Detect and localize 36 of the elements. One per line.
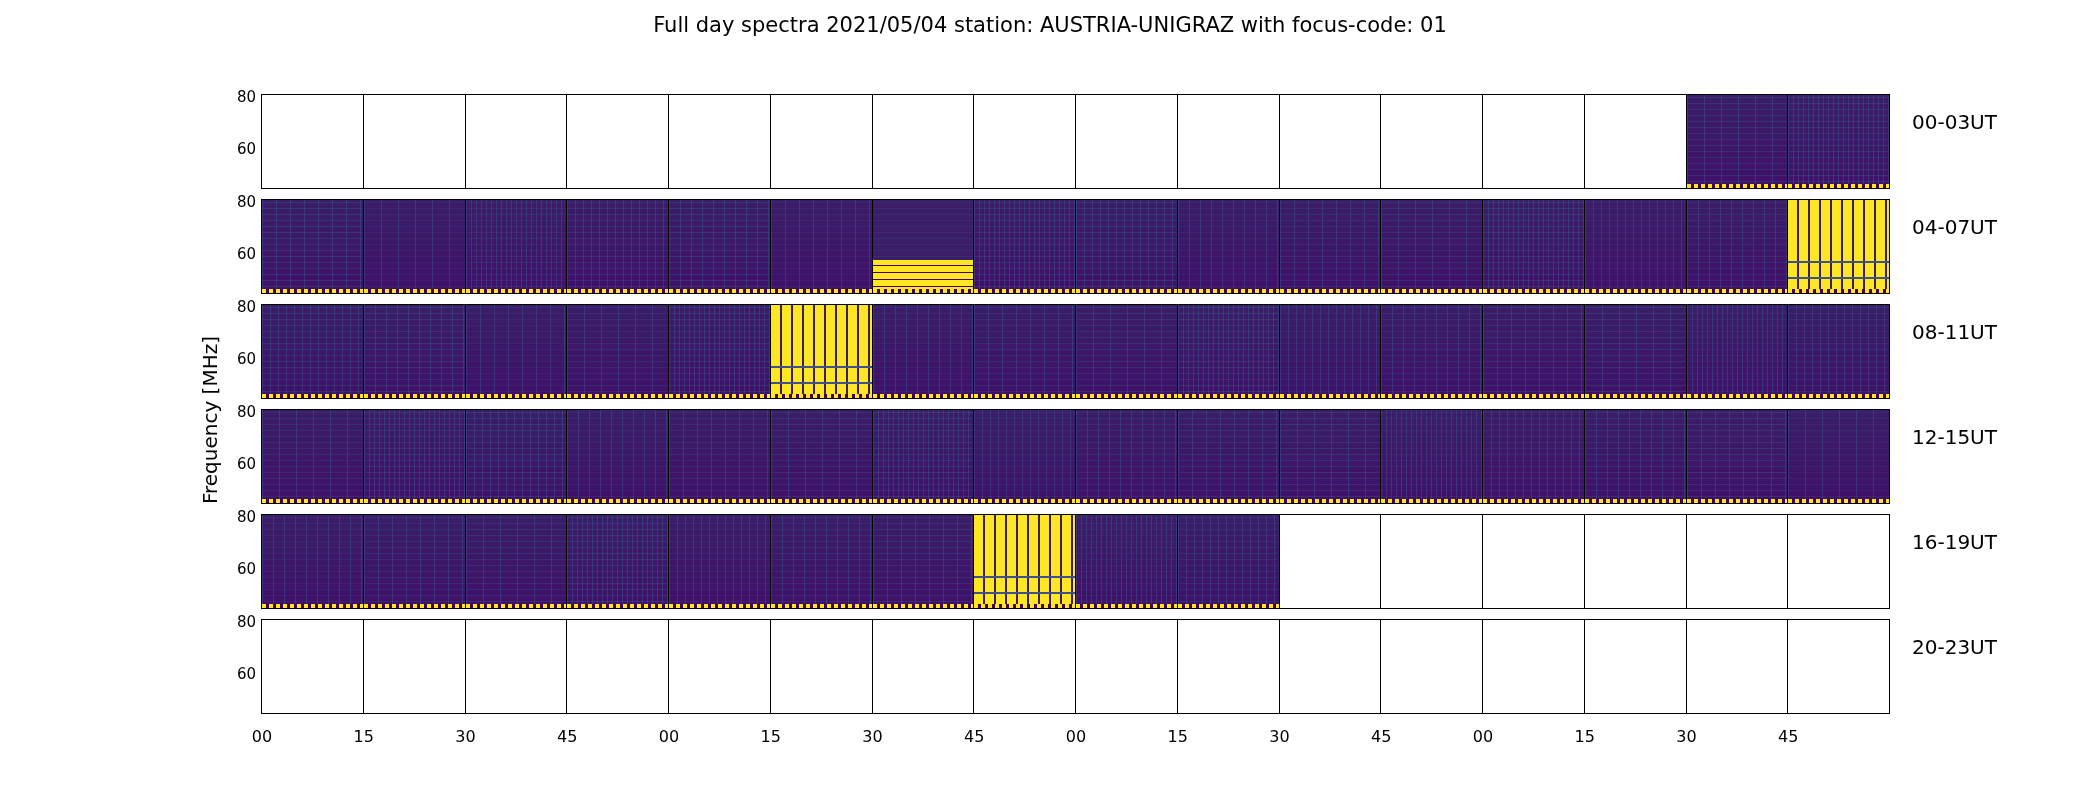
x-tick-label: 30 [455, 728, 476, 746]
row-label: 04-07UT [1912, 215, 1997, 241]
row-label: 16-19UT [1912, 530, 1997, 556]
x-tick-label: 30 [1269, 728, 1290, 746]
x-tick-label: 15 [1167, 728, 1188, 746]
y-tick-label: 80 [236, 298, 256, 315]
x-tick-label: 45 [1778, 728, 1799, 746]
x-tick-label: 30 [1676, 728, 1697, 746]
x-tick-label: 00 [658, 728, 680, 746]
y-tick-label: 60 [236, 141, 256, 158]
x-tick-label: 00 [1472, 728, 1494, 746]
y-tick-label: 80 [236, 88, 256, 105]
y-tick-label: 80 [236, 613, 256, 630]
y-tick-label: 60 [236, 246, 256, 263]
y-tick-label: 80 [236, 508, 256, 525]
y-tick-label: 60 [236, 456, 256, 473]
x-tick-label: 30 [862, 728, 883, 746]
y-tick-label: 60 [236, 666, 256, 683]
figure-title: Full day spectra 2021/05/04 station: AUSTRIA-UNIGRAZ with focus-code: 01 [653, 13, 1447, 37]
y-tick-label: 80 [236, 193, 256, 210]
y-tick-label: 60 [236, 561, 256, 578]
row-label: 08-11UT [1912, 320, 1997, 346]
row-label: 00-03UT [1912, 110, 1997, 136]
y-tick-label: 60 [236, 351, 256, 368]
x-tick-label: 45 [557, 728, 578, 746]
y-tick-label: 80 [236, 403, 256, 420]
x-tick-label: 15 [760, 728, 781, 746]
x-tick-label: 15 [353, 728, 374, 746]
row-label: 20-23UT [1912, 635, 1997, 661]
x-tick-label: 15 [1574, 728, 1595, 746]
row-label: 12-15UT [1912, 425, 1997, 451]
y-axis-label: Frequency [MHz] [198, 335, 222, 505]
x-tick-label: 45 [1371, 728, 1392, 746]
x-tick-label: 00 [1065, 728, 1087, 746]
x-tick-label: 00 [251, 728, 273, 746]
x-tick-label: 45 [964, 728, 985, 746]
